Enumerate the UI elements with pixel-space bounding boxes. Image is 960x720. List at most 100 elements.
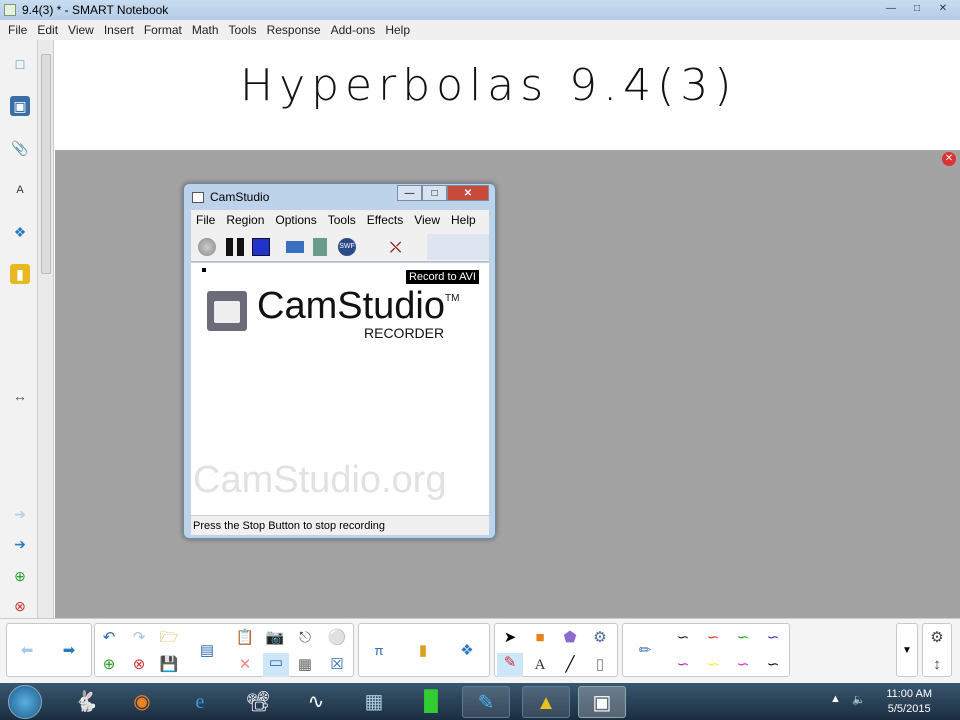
taskbar-recorder-icon[interactable]: 📽 <box>238 686 278 718</box>
pen-magenta-dashed-button[interactable]: ∽ <box>733 655 753 675</box>
record-button[interactable] <box>198 238 216 256</box>
page-sorter-icon[interactable]: □ <box>10 54 30 74</box>
undo-button[interactable]: ↶ <box>99 628 119 648</box>
next-page-button[interactable]: ➡ <box>59 641 79 661</box>
clock[interactable]: 11:00 AM 5/5/2015 <box>886 687 932 717</box>
gallery-icon[interactable]: ▣ <box>10 96 30 116</box>
taskbar-ie-icon[interactable]: e <box>180 686 220 718</box>
attachments-icon[interactable]: 📎 <box>10 138 30 158</box>
minimize-button[interactable]: — <box>880 2 902 16</box>
screen-shade-button[interactable]: ▤ <box>197 641 217 661</box>
pen-red-button[interactable]: ∽ <box>703 628 723 648</box>
clear-page-button[interactable]: ☒ <box>327 655 347 675</box>
pen-properties-button[interactable]: ✏ <box>635 641 655 661</box>
save-button[interactable]: 💾 <box>159 655 179 675</box>
previous-page-icon[interactable]: ➔ <box>10 504 30 524</box>
cam-menu-view[interactable]: View <box>414 213 440 227</box>
menu-view[interactable]: View <box>68 23 94 37</box>
maximize-button[interactable]: □ <box>906 2 928 16</box>
fill-tool-button[interactable]: ⚙ <box>590 628 610 648</box>
full-screen-button[interactable]: ▭ <box>263 653 289 677</box>
response-icon[interactable]: ▮ <box>10 264 30 284</box>
taskbar-smart-notebook[interactable]: ✎ <box>462 686 510 718</box>
taskbar-oscilloscope-icon[interactable]: ∿ <box>296 686 336 718</box>
paste-button[interactable]: 📋 <box>235 628 255 648</box>
select-tool-button[interactable]: ➤ <box>500 628 520 648</box>
stop-button[interactable] <box>252 238 270 256</box>
camstudio-minimize-button[interactable]: — <box>397 185 422 201</box>
menu-help[interactable]: Help <box>385 23 410 37</box>
screen-capture-button[interactable]: 📷 <box>265 628 285 648</box>
taskbar-calculator-icon[interactable]: ▦ <box>354 686 394 718</box>
scrollbar-thumb[interactable] <box>41 54 51 274</box>
menu-insert[interactable]: Insert <box>104 23 134 37</box>
toolbar-more-dropdown[interactable]: ▼ <box>897 641 917 661</box>
addons-button[interactable]: ❖ <box>457 641 477 661</box>
line-tool-button[interactable]: ╱ <box>560 655 580 675</box>
move-toolbar-icon[interactable]: ↕ <box>927 655 947 675</box>
cam-menu-region[interactable]: Region <box>226 213 264 227</box>
taskbar-calculator-bunny-icon[interactable]: 🐇 <box>66 686 106 718</box>
measurement-tools-button[interactable]: ⚪ <box>327 628 347 648</box>
start-button[interactable] <box>8 685 42 719</box>
properties-icon[interactable]: A <box>10 180 30 200</box>
response-button[interactable]: ▮ <box>413 641 433 661</box>
annotation-icon[interactable] <box>313 238 327 256</box>
pen-purple-button[interactable]: ∽ <box>673 655 693 675</box>
pen-black-button[interactable]: ∽ <box>673 628 693 648</box>
customize-gear-icon[interactable]: ⚙ <box>927 628 947 648</box>
close-button[interactable]: ✕ <box>932 2 954 16</box>
cam-menu-help[interactable]: Help <box>451 213 476 227</box>
table-button[interactable]: ▦ <box>295 655 315 675</box>
pause-button[interactable] <box>226 238 244 256</box>
delete-button[interactable]: ✕ <box>235 655 255 675</box>
pen-yellow-button[interactable]: ∽ <box>703 655 723 675</box>
menu-tools[interactable]: Tools <box>229 23 257 37</box>
menu-addons[interactable]: Add-ons <box>331 23 376 37</box>
cam-menu-tools[interactable]: Tools <box>328 213 356 227</box>
addons-puzzle-icon[interactable]: ❖ <box>10 222 30 242</box>
page-heading: Hyperbolas 9.4(3) <box>240 60 738 111</box>
menu-format[interactable]: Format <box>144 23 182 37</box>
taskbar-firefox-icon[interactable]: ◉ <box>122 686 162 718</box>
text-tool-button[interactable]: A <box>530 655 550 675</box>
taskbar-geogebra[interactable]: ▲ <box>522 686 570 718</box>
resize-arrows-icon[interactable]: ↔ <box>10 386 30 406</box>
regular-polygons-button[interactable]: ⬟ <box>560 628 580 648</box>
side-scrollbar[interactable] <box>38 40 54 618</box>
next-page-icon[interactable]: ➔ <box>10 534 30 554</box>
cam-menu-effects[interactable]: Effects <box>367 213 403 227</box>
menu-response[interactable]: Response <box>267 23 321 37</box>
pen-blue-button[interactable]: ∽ <box>763 628 783 648</box>
open-file-button[interactable]: 🗁 <box>159 628 179 648</box>
menu-math[interactable]: Math <box>192 23 219 37</box>
autopan-icon[interactable]: ⤬ <box>390 238 408 256</box>
delete-page-button[interactable]: ⊗ <box>129 655 149 675</box>
show-hidden-icons[interactable]: ▲ <box>830 693 841 705</box>
add-page-button[interactable]: ⊕ <box>99 655 119 675</box>
previous-page-button[interactable]: ⬅ <box>17 641 37 661</box>
region-icon[interactable] <box>286 241 304 253</box>
pen-green-button[interactable]: ∽ <box>733 628 753 648</box>
eraser-tool-button[interactable]: ▯ <box>590 655 610 675</box>
taskbar-audio-meter-icon[interactable]: ▉ <box>412 686 452 718</box>
cam-menu-file[interactable]: File <box>196 213 215 227</box>
camstudio-content: Record to AVI CamStudioTM RECORDER CamSt… <box>191 263 489 515</box>
menu-edit[interactable]: Edit <box>37 23 58 37</box>
math-tools-button[interactable]: π <box>369 641 389 661</box>
delete-page-icon[interactable]: ⊗ <box>10 596 30 616</box>
camstudio-maximize-button[interactable]: □ <box>422 185 447 201</box>
menu-file[interactable]: File <box>8 23 27 37</box>
camstudio-close-button[interactable]: ✕ <box>447 185 489 201</box>
volume-icon[interactable]: 🔈 <box>852 693 866 706</box>
swf-icon[interactable]: SWF <box>338 238 356 256</box>
cam-menu-options[interactable]: Options <box>275 213 316 227</box>
document-camera-button[interactable]: ⎋ <box>295 628 315 648</box>
pen-black-dashed-button[interactable]: ∽ <box>763 655 783 675</box>
add-page-icon[interactable]: ⊕ <box>10 566 30 586</box>
redo-button[interactable]: ↷ <box>129 628 149 648</box>
taskbar-camstudio[interactable]: ▣ <box>578 686 626 718</box>
pens-tool-button[interactable]: ✎ <box>497 653 523 677</box>
shapes-tool-button[interactable]: ■ <box>530 628 550 648</box>
close-shade-icon[interactable]: ✕ <box>942 152 956 166</box>
